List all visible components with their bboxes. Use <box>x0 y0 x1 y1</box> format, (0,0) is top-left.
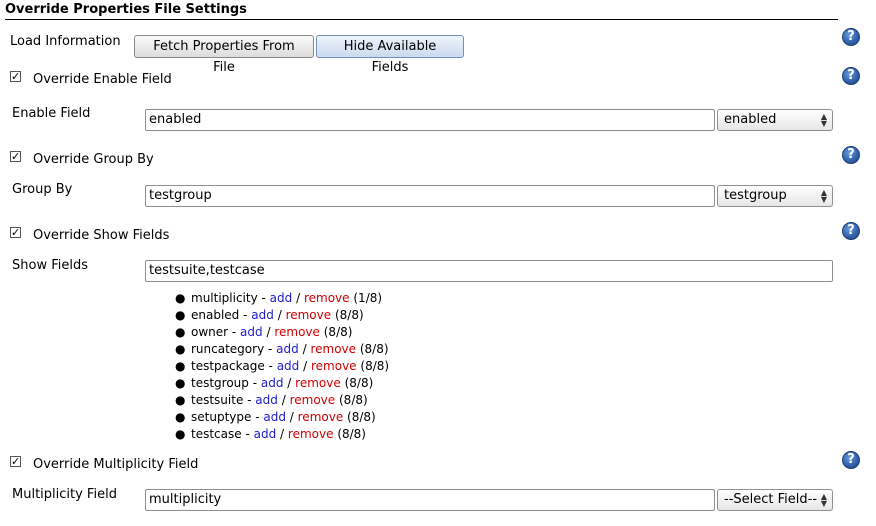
override-enable-field-label: Override Enable Field <box>33 72 172 87</box>
field-name: testpackage <box>191 359 265 373</box>
override-enable-field-checkbox[interactable]: ✓ <box>10 71 21 82</box>
available-fields-list: ● multiplicity - add / remove (1/8) ● enab… <box>175 290 389 443</box>
list-item: ● setuptype - add / remove (8/8) <box>175 410 376 424</box>
field-count: (1/8) <box>353 291 383 305</box>
multiplicity-field-label: Multiplicity Field <box>12 487 117 502</box>
add-field-link[interactable]: add <box>251 308 274 322</box>
link-separator: / <box>287 376 292 390</box>
enable-field-select-value: enabled <box>724 112 777 127</box>
add-field-link[interactable]: add <box>277 359 300 373</box>
enable-field-select[interactable]: enabled ▲ ▼ <box>717 109 833 131</box>
help-icon[interactable]: ? <box>842 222 860 240</box>
checkbox-checked-icon: ✓ <box>11 226 21 239</box>
override-show-fields-label: Override Show Fields <box>33 228 170 243</box>
link-separator: / <box>302 342 307 356</box>
chevron-up-down-icon: ▲ ▼ <box>820 492 827 508</box>
add-field-link[interactable]: add <box>263 410 286 424</box>
link-separator: / <box>289 410 294 424</box>
help-icon[interactable]: ? <box>842 28 860 46</box>
link-separator: / <box>277 308 282 322</box>
show-fields-label: Show Fields <box>12 258 88 273</box>
checkbox-checked-icon: ✓ <box>11 455 21 468</box>
add-field-link[interactable]: add <box>270 291 293 305</box>
chevron-up-down-icon: ▲ ▼ <box>820 112 827 128</box>
override-multiplicity-field-label: Override Multiplicity Field <box>33 457 199 472</box>
enable-field-label: Enable Field <box>12 106 91 121</box>
field-count: (8/8) <box>323 325 353 339</box>
list-item: ● testpackage - add / remove (8/8) <box>175 359 390 373</box>
hide-available-fields-button[interactable]: Hide Available Fields <box>316 35 464 75</box>
link-separator: / <box>266 325 271 339</box>
field-name: runcategory <box>191 342 265 356</box>
field-count: (8/8) <box>339 393 368 407</box>
field-name: multiplicity <box>191 291 258 305</box>
list-item: ● owner - add / remove (8/8) <box>175 325 353 339</box>
field-name: testsuite <box>191 393 244 407</box>
link-separator: / <box>303 359 308 373</box>
add-field-link[interactable]: add <box>255 393 278 407</box>
field-name: testgroup <box>191 376 249 390</box>
add-field-link[interactable]: add <box>254 427 277 441</box>
help-icon[interactable]: ? <box>842 67 860 85</box>
remove-field-link[interactable]: remove <box>274 325 320 339</box>
field-name: testcase <box>191 427 242 441</box>
field-name: setuptype <box>191 410 252 424</box>
fetch-properties-button[interactable]: Fetch Properties From File <box>134 35 314 75</box>
multiplicity-field-input[interactable]: multiplicity <box>145 489 715 511</box>
show-fields-input[interactable]: testsuite,testcase <box>145 260 833 282</box>
link-separator: / <box>281 393 286 407</box>
link-separator: / <box>296 291 301 305</box>
field-count: (8/8) <box>360 359 390 373</box>
field-name: enabled <box>191 308 240 322</box>
chevron-up-down-icon: ▲ ▼ <box>820 188 827 204</box>
override-group-by-checkbox[interactable]: ✓ <box>10 151 21 162</box>
override-multiplicity-field-checkbox[interactable]: ✓ <box>10 456 21 467</box>
field-name: owner <box>191 325 229 339</box>
field-count: (8/8) <box>334 308 364 322</box>
group-by-input[interactable]: testgroup <box>145 185 715 207</box>
group-by-select[interactable]: testgroup ▲ ▼ <box>717 185 833 207</box>
list-item: ● multiplicity - add / remove (1/8) <box>175 291 383 305</box>
remove-field-link[interactable]: remove <box>311 359 357 373</box>
help-icon[interactable]: ? <box>842 146 860 164</box>
multiplicity-field-select[interactable]: --Select Field-- ▲ ▼ <box>717 489 833 511</box>
group-by-label: Group By <box>12 182 73 197</box>
add-field-link[interactable]: add <box>276 342 299 356</box>
field-count: (8/8) <box>344 376 374 390</box>
help-icon[interactable]: ? <box>842 451 860 469</box>
list-item: ● testcase - add / remove (8/8) <box>175 427 366 441</box>
remove-field-link[interactable]: remove <box>295 376 341 390</box>
checkbox-checked-icon: ✓ <box>11 70 21 83</box>
multiplicity-field-select-value: --Select Field-- <box>724 492 818 507</box>
field-count: (8/8) <box>337 427 366 441</box>
remove-field-link[interactable]: remove <box>288 427 334 441</box>
list-item: ● enabled - add / remove (8/8) <box>175 308 364 322</box>
enable-field-input[interactable]: enabled <box>145 109 715 131</box>
remove-field-link[interactable]: remove <box>304 291 350 305</box>
section-divider <box>5 19 838 20</box>
group-by-select-value: testgroup <box>724 188 787 203</box>
list-item: ● testsuite - add / remove (8/8) <box>175 393 368 407</box>
list-item: ● testgroup - add / remove (8/8) <box>175 376 374 390</box>
field-count: (8/8) <box>347 410 376 424</box>
add-field-link[interactable]: add <box>240 325 263 339</box>
load-information-label: Load Information <box>10 34 121 49</box>
remove-field-link[interactable]: remove <box>286 308 332 322</box>
add-field-link[interactable]: add <box>261 376 284 390</box>
section-title: Override Properties File Settings <box>5 2 247 17</box>
remove-field-link[interactable]: remove <box>310 342 356 356</box>
field-count: (8/8) <box>359 342 389 356</box>
override-group-by-label: Override Group By <box>33 152 154 167</box>
override-show-fields-checkbox[interactable]: ✓ <box>10 227 21 238</box>
checkbox-checked-icon: ✓ <box>11 150 21 163</box>
list-item: ● runcategory - add / remove (8/8) <box>175 342 389 356</box>
remove-field-link[interactable]: remove <box>298 410 344 424</box>
link-separator: / <box>280 427 285 441</box>
remove-field-link[interactable]: remove <box>290 393 336 407</box>
